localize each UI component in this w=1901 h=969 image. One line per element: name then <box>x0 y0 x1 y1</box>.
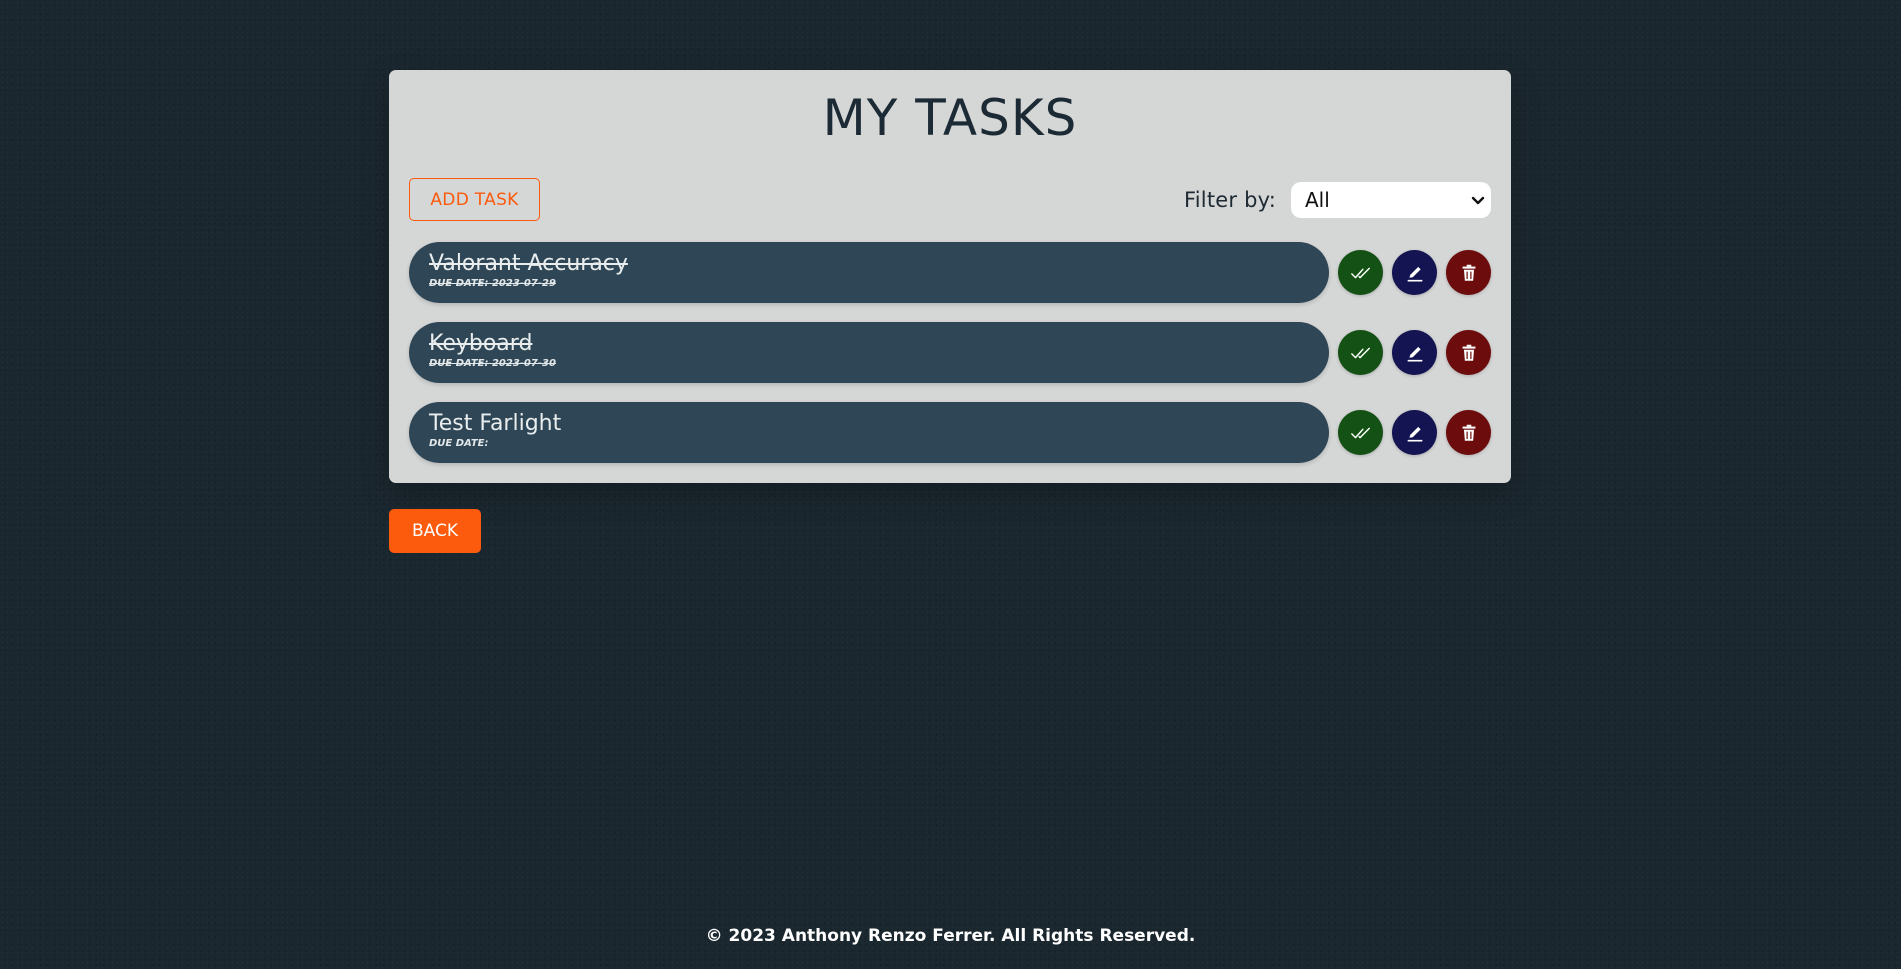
task-row: Valorant Accuracy DUE DATE: 2023-07-29 <box>409 242 1491 303</box>
filter-selected-value: All <box>1305 188 1330 212</box>
pencil-icon <box>1407 266 1422 282</box>
pencil-icon <box>1407 426 1422 442</box>
complete-task-button[interactable] <box>1338 410 1383 455</box>
trash-icon <box>1462 264 1475 281</box>
tasks-panel: MY TASKS ADD TASK Filter by: All Valoran… <box>389 70 1511 483</box>
trash-icon <box>1462 424 1475 441</box>
task-due-date: DUE DATE: 2023-07-29 <box>429 278 556 289</box>
filter-group: Filter by: All <box>1184 182 1491 218</box>
delete-task-button[interactable] <box>1446 250 1491 295</box>
trash-icon <box>1462 344 1475 361</box>
chevron-down-icon <box>1471 196 1485 205</box>
delete-task-button[interactable] <box>1446 330 1491 375</box>
task-title: Keyboard <box>429 331 533 356</box>
add-task-button[interactable]: ADD TASK <box>409 178 540 221</box>
task-due-date: DUE DATE: <box>429 438 489 449</box>
task-item[interactable]: Valorant Accuracy DUE DATE: 2023-07-29 <box>409 242 1329 303</box>
task-title: Test Farlight <box>429 411 562 436</box>
footer-copyright: © 2023 Anthony Renzo Ferrer. All Rights … <box>705 926 1196 946</box>
complete-task-button[interactable] <box>1338 330 1383 375</box>
edit-task-button[interactable] <box>1392 410 1437 455</box>
pencil-icon <box>1407 346 1422 362</box>
back-button[interactable]: BACK <box>389 509 481 553</box>
task-row: Test Farlight DUE DATE: <box>409 402 1491 463</box>
double-check-icon <box>1350 427 1370 438</box>
task-item[interactable]: Test Farlight DUE DATE: <box>409 402 1329 463</box>
edit-task-button[interactable] <box>1392 250 1437 295</box>
task-item[interactable]: Keyboard DUE DATE: 2023-07-30 <box>409 322 1329 383</box>
task-title: Valorant Accuracy <box>429 251 628 276</box>
complete-task-button[interactable] <box>1338 250 1383 295</box>
filter-label: Filter by: <box>1184 188 1276 212</box>
delete-task-button[interactable] <box>1446 410 1491 455</box>
page-title: MY TASKS <box>822 89 1078 147</box>
double-check-icon <box>1350 347 1370 358</box>
task-row: Keyboard DUE DATE: 2023-07-30 <box>409 322 1491 383</box>
edit-task-button[interactable] <box>1392 330 1437 375</box>
filter-select[interactable]: All <box>1291 182 1491 218</box>
task-due-date: DUE DATE: 2023-07-30 <box>429 358 556 369</box>
double-check-icon <box>1350 267 1370 278</box>
